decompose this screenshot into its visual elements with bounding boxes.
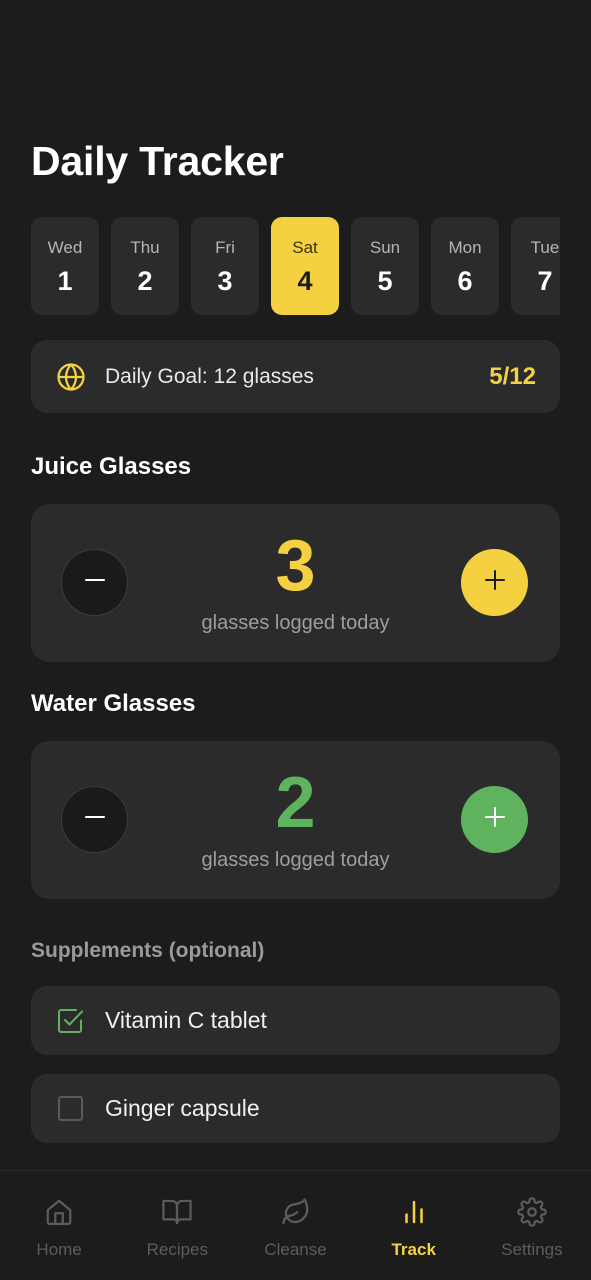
day-number: 3 <box>217 266 233 296</box>
day-name: Sat <box>292 238 318 257</box>
water-counter-card: 2 glasses logged today <box>31 741 560 899</box>
nav-item-track[interactable]: Track <box>355 1171 473 1280</box>
day-number: 7 <box>537 266 553 296</box>
checkbox-unchecked-icon[interactable] <box>57 1095 84 1122</box>
bar-chart-icon <box>397 1195 431 1229</box>
supplement-label: Vitamin C tablet <box>105 1007 267 1033</box>
daily-goal-progress: 5/12 <box>489 362 536 390</box>
nav-item-cleanse[interactable]: Cleanse <box>236 1171 354 1280</box>
day-name: Thu <box>130 238 160 257</box>
gear-icon <box>515 1195 549 1229</box>
nav-label: Settings <box>501 1240 563 1259</box>
day-sun[interactable]: Sun 5 <box>351 217 419 315</box>
day-number: 2 <box>137 266 153 296</box>
day-name: Wed <box>47 238 83 257</box>
day-name: Tue <box>530 238 560 257</box>
day-name: Mon <box>448 238 482 257</box>
water-increment-button[interactable] <box>461 786 528 853</box>
nav-item-settings[interactable]: Settings <box>473 1171 591 1280</box>
daily-goal-label: Daily Goal: 12 glasses <box>105 364 314 388</box>
water-section-title: Water Glasses <box>31 690 196 717</box>
nav-label: Track <box>391 1240 436 1259</box>
day-number: 1 <box>57 266 73 296</box>
bottom-nav: Home Recipes Cleanse Track Settings <box>0 1170 591 1280</box>
day-mon[interactable]: Mon 6 <box>431 217 499 315</box>
nav-label: Home <box>36 1240 82 1259</box>
day-sat-selected[interactable]: Sat 4 <box>271 217 339 315</box>
day-number: 6 <box>457 266 473 296</box>
nav-label: Cleanse <box>264 1240 327 1259</box>
juice-increment-button[interactable] <box>461 549 528 616</box>
supplement-label: Ginger capsule <box>105 1095 260 1121</box>
supplement-item-vitamin-c[interactable]: Vitamin C tablet <box>31 986 560 1055</box>
checkbox-checked-icon[interactable] <box>57 1007 84 1034</box>
home-icon <box>42 1195 76 1229</box>
day-thu[interactable]: Thu 2 <box>111 217 179 315</box>
supplement-item-ginger[interactable]: Ginger capsule <box>31 1074 560 1143</box>
juice-section-title: Juice Glasses <box>31 453 192 480</box>
nav-label: Recipes <box>146 1240 209 1259</box>
day-wed[interactable]: Wed 1 <box>31 217 99 315</box>
water-count-label: glasses logged today <box>201 849 390 871</box>
juice-counter-card: 3 glasses logged today <box>31 504 560 662</box>
daily-goal-card: Daily Goal: 12 glasses 5/12 <box>31 340 560 413</box>
nav-item-recipes[interactable]: Recipes <box>118 1171 236 1280</box>
nav-item-home[interactable]: Home <box>0 1171 118 1280</box>
day-fri[interactable]: Fri 3 <box>191 217 259 315</box>
book-icon <box>160 1195 194 1229</box>
day-number: 5 <box>377 266 393 296</box>
day-tue[interactable]: Tue 7 <box>511 217 560 315</box>
day-name: Sun <box>369 238 401 257</box>
day-name: Fri <box>215 238 235 257</box>
globe-icon <box>55 361 87 393</box>
page-title: Daily Tracker <box>31 138 284 184</box>
plus-icon <box>483 568 507 597</box>
supplements-section-title: Supplements (optional) <box>31 939 265 962</box>
plus-icon <box>483 805 507 834</box>
day-selector[interactable]: Wed 1 Thu 2 Fri 3 Sat 4 Sun 5 Mon 6 Tue … <box>31 217 560 315</box>
day-number: 4 <box>297 266 313 296</box>
leaf-icon <box>279 1195 313 1229</box>
juice-count-label: glasses logged today <box>201 612 390 634</box>
